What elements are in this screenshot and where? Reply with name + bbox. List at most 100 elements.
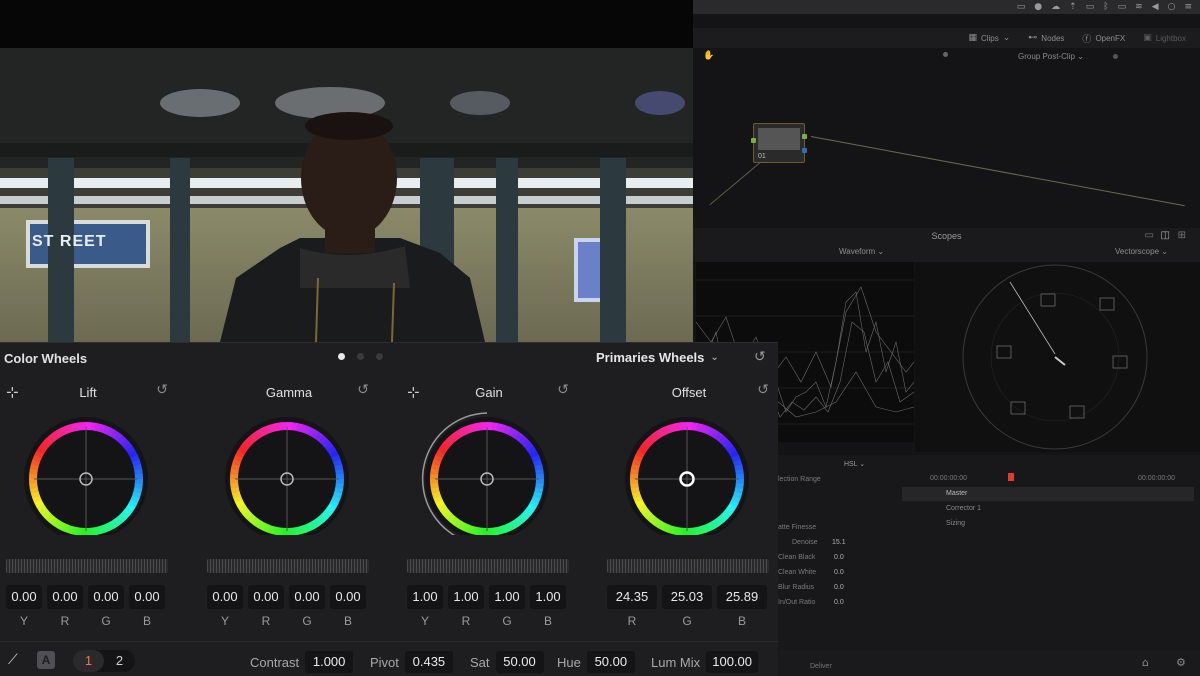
- node-input-port[interactable]: [751, 138, 756, 143]
- channel-labels: Y R G B: [407, 614, 566, 628]
- search-icon[interactable]: ○: [1168, 0, 1176, 14]
- node-output-port[interactable]: [802, 134, 807, 139]
- hue-label: Hue: [557, 654, 581, 670]
- value-g[interactable]: 0.00: [289, 585, 325, 609]
- auto-balance-icon[interactable]: ⟋: [8, 652, 18, 668]
- blur-radius-value[interactable]: 0.0: [834, 584, 844, 591]
- nodes-button[interactable]: ⊷ Nodes: [1022, 30, 1070, 46]
- value-r[interactable]: 0.00: [47, 585, 83, 609]
- hsl-label: HSL: [844, 461, 858, 468]
- openfx-button[interactable]: ⓕ OpenFX: [1076, 30, 1131, 46]
- sat-value[interactable]: 50.00: [495, 651, 544, 673]
- video-viewer[interactable]: ST REET: [0, 48, 693, 342]
- layer-sizing[interactable]: Sizing: [946, 520, 965, 527]
- clips-button[interactable]: ▦ Clips ⌄: [962, 30, 1016, 46]
- upload-icon[interactable]: ⇡: [1069, 0, 1077, 14]
- settings-icon[interactable]: ⚙: [1176, 656, 1186, 669]
- waveform-selector[interactable]: Waveform ⌄: [839, 247, 884, 256]
- value-g[interactable]: 1.00: [489, 585, 525, 609]
- deliver-page-button[interactable]: Deliver: [810, 663, 832, 670]
- value-r[interactable]: 0.00: [248, 585, 284, 609]
- denoise-value[interactable]: 15.1: [832, 539, 846, 546]
- scopes-title: Scopes: [931, 231, 962, 241]
- color-wheel[interactable]: [221, 403, 353, 535]
- value-r[interactable]: 24.35: [607, 585, 657, 609]
- menubar-icon[interactable]: ●: [1034, 0, 1042, 14]
- value-b[interactable]: 0.00: [129, 585, 165, 609]
- contrast-value[interactable]: 1.000: [305, 651, 354, 673]
- group-post-clip-selector[interactable]: Group Post-Clip ⌄: [1018, 52, 1084, 61]
- menubar-icon[interactable]: ▭: [1017, 0, 1026, 14]
- hsl-selector[interactable]: HSL ⌄: [844, 460, 865, 468]
- volume-icon[interactable]: ◀: [1152, 0, 1159, 14]
- auto-color-button[interactable]: A: [37, 651, 55, 669]
- master-layer[interactable]: Master: [902, 487, 1194, 501]
- value-b[interactable]: 1.00: [530, 585, 566, 609]
- node-editor[interactable]: ✋ Group Post-Clip ⌄ 01: [693, 48, 1200, 228]
- node-input-link: [709, 158, 766, 206]
- layer-corrector-1[interactable]: Corrector 1: [946, 505, 981, 512]
- airplay-icon[interactable]: ▭: [1086, 0, 1095, 14]
- master-wheel-slider[interactable]: [407, 559, 569, 573]
- layout-quad-icon[interactable]: ⊞: [1178, 228, 1186, 244]
- node-thumbnail: [758, 128, 800, 150]
- reset-icon[interactable]: ↺: [357, 382, 369, 398]
- hand-tool-icon[interactable]: ✋: [703, 51, 714, 61]
- reset-icon[interactable]: ↺: [757, 382, 769, 398]
- value-y[interactable]: 0.00: [207, 585, 243, 609]
- playhead-marker[interactable]: [1008, 473, 1014, 481]
- value-g[interactable]: 0.00: [88, 585, 124, 609]
- value-b[interactable]: 0.00: [330, 585, 366, 609]
- pivot-value[interactable]: 0.435: [404, 651, 453, 673]
- channel-labels: Y R G B: [6, 614, 165, 628]
- wifi-icon[interactable]: ≋: [1135, 0, 1143, 14]
- value-g[interactable]: 25.03: [662, 585, 712, 609]
- page-1-button[interactable]: 1: [73, 650, 104, 672]
- reset-icon[interactable]: ↺: [557, 382, 569, 398]
- node-output-link: [810, 136, 1185, 207]
- layout-single-icon[interactable]: ▭: [1145, 228, 1154, 244]
- value-r[interactable]: 1.00: [448, 585, 484, 609]
- channel-g: G: [302, 614, 312, 628]
- clean-black-value[interactable]: 0.0: [834, 554, 844, 561]
- page-dot-2[interactable]: [357, 353, 364, 360]
- vectorscope-graticule: [962, 264, 1148, 450]
- lum-mix-value[interactable]: 100.00: [706, 651, 759, 673]
- channel-y: Y: [420, 614, 429, 628]
- layout-double-icon[interactable]: ◫: [1161, 228, 1170, 244]
- page-dot-3[interactable]: [376, 353, 383, 360]
- reset-all-icon[interactable]: ↺: [754, 349, 772, 367]
- value-y[interactable]: 0.00: [6, 585, 42, 609]
- master-wheel-slider[interactable]: [6, 559, 168, 573]
- in-out-ratio-value[interactable]: 0.0: [834, 599, 844, 606]
- page-2-button[interactable]: 2: [104, 650, 135, 672]
- master-wheel-slider[interactable]: [207, 559, 369, 573]
- vectorscope-selector[interactable]: Vectorscope ⌄: [1115, 247, 1168, 256]
- node-key-port[interactable]: [802, 148, 807, 153]
- value-b[interactable]: 25.89: [717, 585, 767, 609]
- lightbox-button[interactable]: ▣ Lightbox: [1137, 30, 1192, 46]
- hue-value[interactable]: 50.00: [586, 651, 635, 673]
- home-icon[interactable]: ⌂: [1142, 656, 1149, 669]
- nodes-icon: ⊷: [1028, 33, 1038, 43]
- battery-icon[interactable]: ▭: [1118, 0, 1127, 14]
- value-y[interactable]: 1.00: [407, 585, 443, 609]
- channel-g: G: [502, 614, 512, 628]
- nodes-label: Nodes: [1041, 33, 1065, 43]
- clean-white-value[interactable]: 0.0: [834, 569, 844, 576]
- menu-icon[interactable]: ≡: [1184, 0, 1192, 14]
- page-nav-strip: Deliver ⌂ ⚙: [778, 650, 1200, 676]
- channel-b: B: [543, 614, 552, 628]
- reset-icon[interactable]: ↺: [156, 382, 168, 398]
- page-dot-1[interactable]: [338, 353, 345, 360]
- master-wheel-slider[interactable]: [607, 559, 769, 573]
- mode-selector[interactable]: Primaries Wheels ⌄: [596, 350, 719, 365]
- color-wheel[interactable]: [421, 403, 553, 535]
- color-wheel[interactable]: [621, 403, 753, 535]
- node-01[interactable]: 01: [751, 123, 807, 163]
- cloud-icon[interactable]: ☁: [1051, 0, 1060, 14]
- bluetooth-icon[interactable]: ᛒ: [1103, 0, 1108, 14]
- color-wheel[interactable]: [20, 403, 152, 535]
- channel-y: Y: [19, 614, 28, 628]
- scopes-selectors: Waveform ⌄ Vectorscope ⌄: [693, 244, 1200, 262]
